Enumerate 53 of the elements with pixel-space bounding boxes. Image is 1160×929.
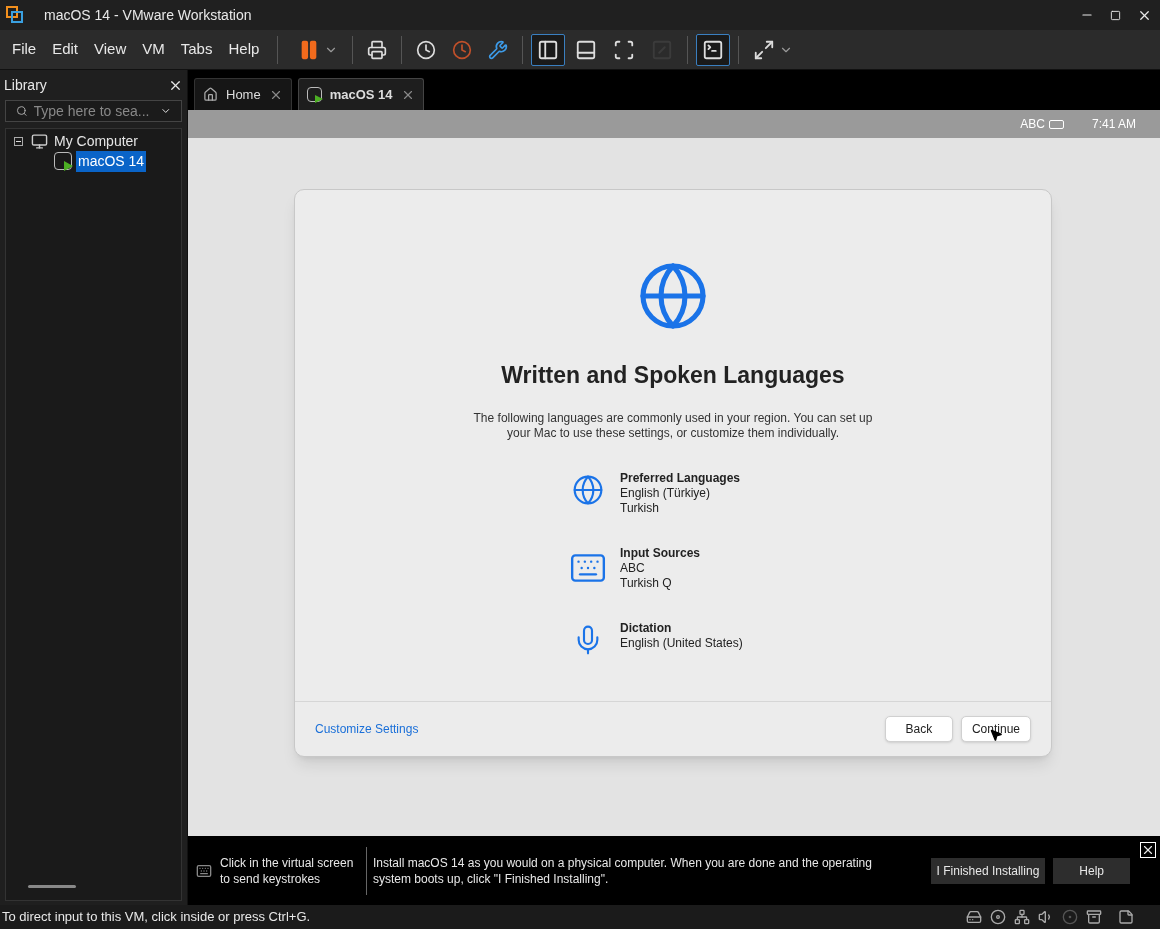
toolbar-button[interactable] [696,33,731,66]
tab[interactable]: Home [194,78,292,110]
collapse-icon[interactable] [14,136,23,146]
globe-icon [637,260,709,332]
tree-item[interactable]: macOS 14 [76,150,147,172]
note-icon[interactable] [1118,909,1134,925]
status-text: To direct input to this VM, click inside or press Ctrl+G. [2,908,311,927]
menu-item[interactable]: Edit [46,38,85,61]
full-screen-icon [613,38,636,61]
customize-settings-link[interactable]: Customize Settings [315,720,419,738]
globe-icon [572,473,604,506]
menu-item[interactable]: Tabs [174,38,219,61]
setting-value: English (Türkiye) [620,485,712,501]
search-icon [16,104,28,118]
setting-title: Dictation [620,620,673,636]
app-logo-icon [6,6,24,24]
library-title: Library [4,75,47,95]
setting-value: Turkish [620,500,660,516]
search-field[interactable]: Type here to sea... [5,100,182,122]
dialog-button[interactable]: Continue [960,716,1031,742]
stretch-icon [753,38,776,61]
computer-icon [31,132,48,150]
setting-value: English (United States) [620,635,743,651]
install-message: Install macOS 14 as you would on a physical computer. When you are done and the operating system boots up, click "I Finished Installing". [373,854,873,887]
sidebar-panel-icon [537,38,560,61]
install-hint: Click in the virtual screen to send keystrokes [220,854,355,887]
network-icon[interactable] [1014,909,1030,925]
clock-label: 7:41 AM [1091,116,1136,133]
archive-icon[interactable] [1086,909,1102,925]
dialog-description: The following languages are commonly used in your region. You can set up your Mac to use these settings, or customize them individually. [472,410,874,441]
window-title: macOS 14 - VMware Workstation [44,5,252,25]
toolbar-button[interactable] [531,33,566,66]
bottom-panel-icon [575,38,598,61]
setting-value: Turkish Q [620,575,673,591]
install-bar-button[interactable]: Help [1053,857,1130,884]
input-source-label: ABC [1020,116,1045,133]
setting-title: Input Sources [620,545,700,561]
tree-item[interactable]: My Computer [52,130,141,152]
maximize-icon[interactable] [1110,9,1121,21]
menu-item[interactable]: File [6,38,43,61]
close-icon[interactable] [1140,842,1156,858]
menu-item[interactable]: VM [136,38,171,61]
home-icon [203,87,218,102]
disc-icon[interactable] [990,909,1006,925]
install-bar-button[interactable]: I Finished Installing [930,857,1046,884]
setting-title: Preferred Languages [620,470,741,486]
dialog-button[interactable]: Back [884,716,953,742]
tab[interactable]: macOS 14 [297,78,424,110]
setting-value: ABC [620,560,646,576]
console-icon [702,38,725,61]
dialog-title: Written and Spoken Languages [501,361,845,390]
menu-item[interactable]: Help [222,38,266,61]
menu-item[interactable]: View [88,38,133,61]
